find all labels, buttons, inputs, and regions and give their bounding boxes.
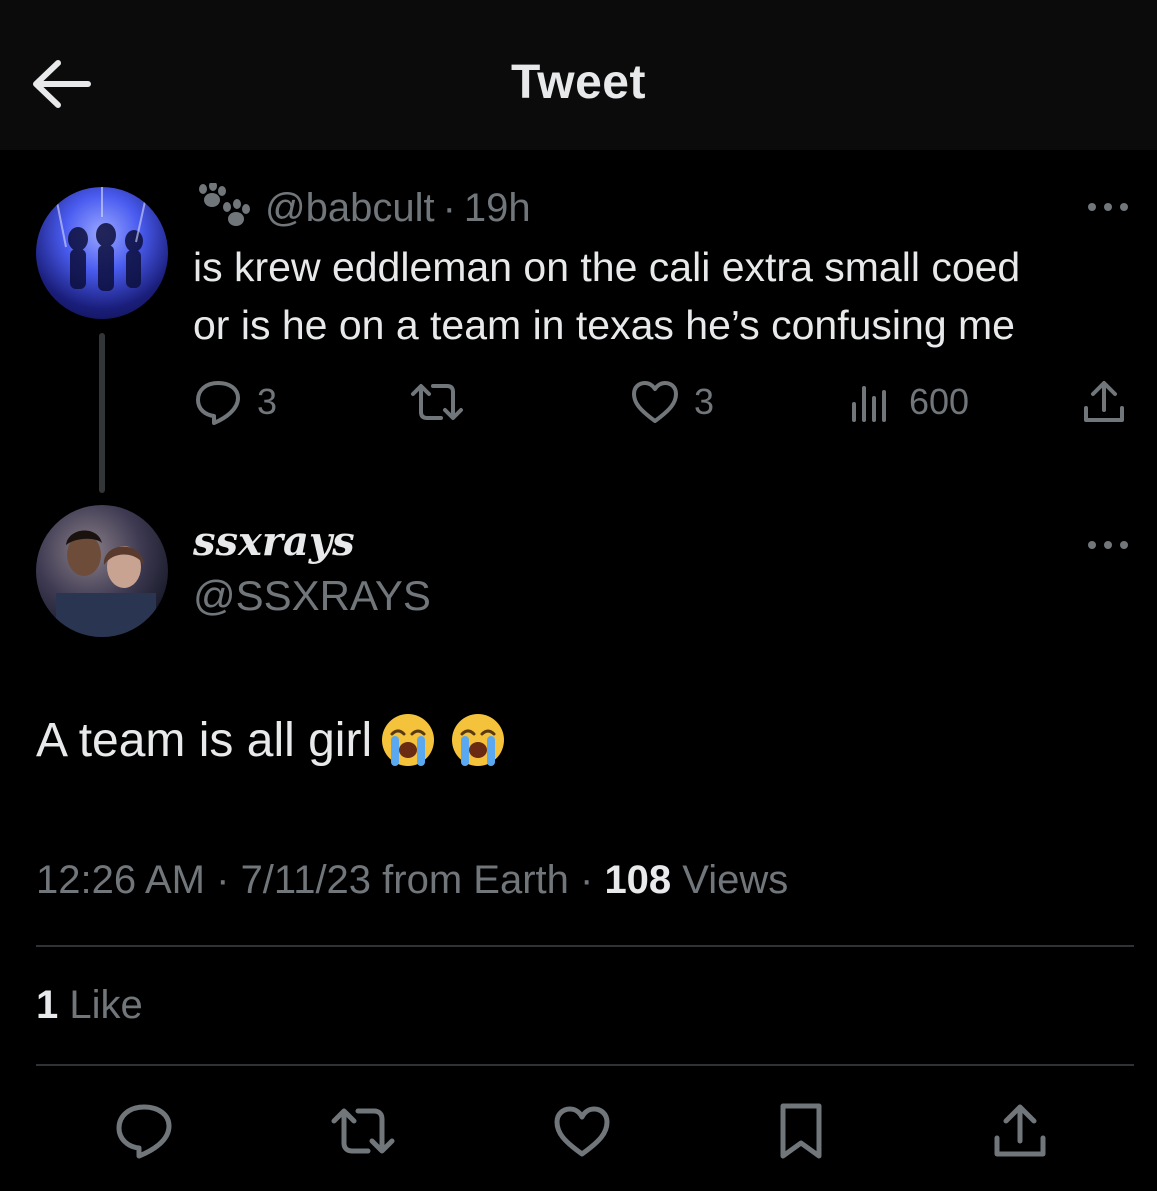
reply-icon [116, 1104, 172, 1159]
share-button[interactable] [1081, 372, 1127, 432]
author-handle[interactable]: @SSXRAYS [193, 572, 431, 620]
page-title: Tweet [511, 56, 646, 109]
share-icon [1084, 381, 1124, 422]
retweet-icon [331, 1108, 395, 1154]
like-count: 3 [694, 381, 715, 422]
analytics-icon [852, 386, 886, 422]
more-options-button[interactable] [1086, 535, 1130, 555]
avatar[interactable] [36, 505, 168, 637]
loudly-crying-face-icon [452, 714, 505, 766]
reply-button[interactable] [111, 1098, 177, 1164]
more-horizontal-icon [1088, 203, 1128, 211]
tweet-text-body: A team is all girl [36, 713, 373, 767]
heart-icon [554, 1106, 610, 1157]
share-button[interactable] [987, 1098, 1053, 1164]
avatar[interactable] [36, 187, 168, 319]
divider [36, 1064, 1134, 1066]
tweet-text: A team is all girl [36, 712, 506, 768]
likes-label: Like [58, 983, 143, 1027]
share-icon [994, 1104, 1046, 1157]
avatar-photo [55, 187, 147, 291]
avatar-photo [56, 530, 156, 637]
tweet-time[interactable]: 19h [464, 186, 531, 231]
meta-separator: · [568, 858, 605, 902]
author-display-name[interactable]: ssxrays [193, 518, 355, 565]
post-time[interactable]: 12:26 AM [36, 858, 205, 902]
author-handle[interactable]: @babcult [265, 186, 435, 231]
reply-button[interactable]: 3 [193, 372, 277, 432]
more-horizontal-icon [1088, 541, 1128, 549]
divider [36, 945, 1134, 947]
reply-icon [196, 381, 240, 425]
more-options-button[interactable] [1086, 197, 1130, 217]
bookmark-icon [780, 1103, 822, 1159]
likes-summary[interactable]: 1 Like [36, 983, 143, 1028]
tweet-actions: 3 3 600 [193, 372, 1133, 432]
tweet-text: is krew eddleman on the cali extra small… [193, 238, 1133, 354]
tweet-timestamp: 12:26 AM · 7/11/23 from Earth · 108 View… [36, 858, 788, 903]
view-count: 600 [909, 381, 970, 422]
loudly-crying-face-icon [382, 714, 435, 766]
post-date-source: 7/11/23 from Earth [240, 858, 569, 902]
meta-separator: · [442, 185, 456, 230]
paw-prints-icon [199, 183, 250, 226]
retweet-button[interactable] [330, 1098, 396, 1164]
tweet-meta: @babcult · 19h [193, 180, 531, 236]
tweet-text-line: or is he on a team in texas he’s confusi… [193, 302, 1015, 348]
like-button[interactable]: 3 [630, 372, 714, 432]
bookmark-button[interactable] [768, 1098, 834, 1164]
retweet-button[interactable] [409, 372, 465, 432]
top-bar: Tweet [0, 0, 1157, 150]
likes-count: 1 [36, 983, 59, 1027]
heart-icon [632, 381, 678, 423]
views-label: Views [671, 858, 789, 902]
like-button[interactable] [549, 1098, 615, 1164]
retweet-icon [411, 384, 463, 420]
views-count: 108 [604, 858, 672, 902]
meta-separator: · [205, 858, 241, 902]
views-button[interactable]: 600 [849, 372, 969, 432]
thread-connector [99, 333, 105, 493]
tweet-text-line: is krew eddleman on the cali extra small… [193, 244, 1021, 290]
reply-count: 3 [257, 381, 278, 422]
